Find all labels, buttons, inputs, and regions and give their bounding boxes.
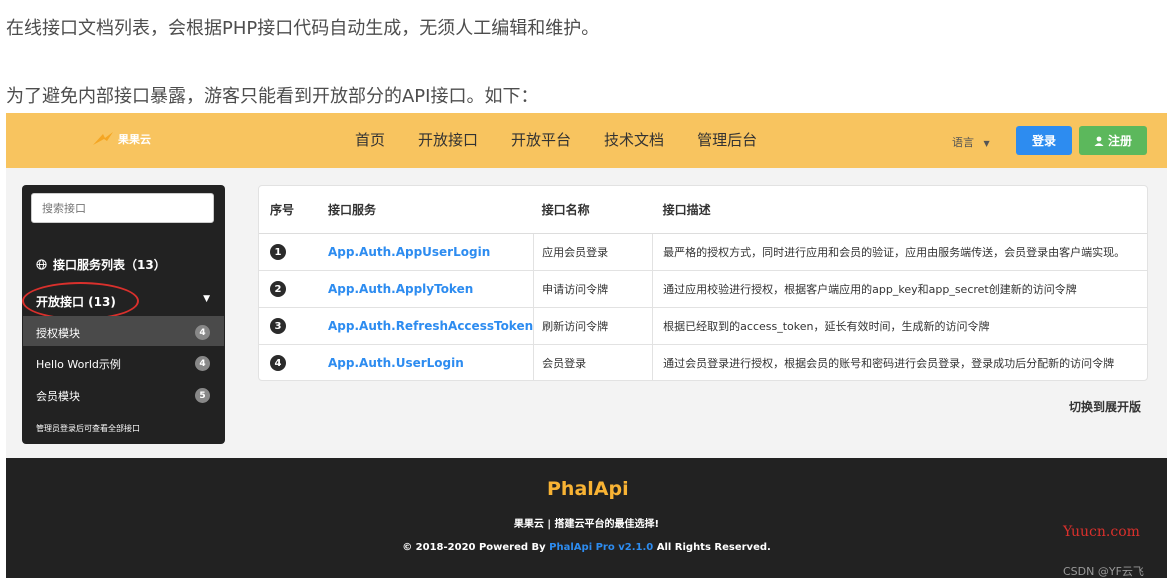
footer-logo: PhalApi bbox=[547, 478, 629, 500]
service-list-label: 接口服务列表（13） bbox=[53, 258, 166, 272]
site-watermark: Yuucn.com bbox=[1063, 524, 1140, 540]
api-desc: 最严格的授权方式，同时进行应用和会员的验证，应用由服务端传送，会员登录由客户端实… bbox=[652, 233, 1147, 271]
api-desc: 通过应用校验进行授权，根据客户端应用的app_key和app_secret创建新… bbox=[652, 270, 1147, 308]
table-row: 3 App.Auth.RefreshAccessToken 刷新访问令牌 根据已… bbox=[259, 307, 1147, 345]
sidebar-item-label: 会员模块 bbox=[36, 390, 80, 403]
nav-link-open-api[interactable]: 开放接口 bbox=[418, 129, 478, 150]
service-link[interactable]: App.Auth.AppUserLogin bbox=[328, 245, 490, 259]
header-service: 接口服务 bbox=[326, 186, 534, 234]
user-icon bbox=[1094, 136, 1104, 146]
annotation-circle bbox=[22, 282, 139, 320]
table-row: 2 App.Auth.ApplyToken 申请访问令牌 通过应用校验进行授权，… bbox=[259, 270, 1147, 308]
author-watermark: CSDN @YF云飞 bbox=[1063, 565, 1144, 578]
api-name: 会员登录 bbox=[533, 344, 653, 381]
api-name: 应用会员登录 bbox=[533, 233, 653, 271]
api-desc: 根据已经取到的access_token，延长有效时间，生成新的访问令牌 bbox=[652, 307, 1147, 345]
footer-copyright: © 2018-2020 Powered By PhalApi Pro v2.1.… bbox=[6, 542, 1167, 553]
sidebar-item-label: 授权模块 bbox=[36, 327, 80, 340]
nav-link-tech-docs[interactable]: 技术文档 bbox=[604, 129, 664, 150]
count-badge: 5 bbox=[195, 388, 210, 403]
register-label: 注册 bbox=[1107, 134, 1132, 148]
service-link[interactable]: App.Auth.ApplyToken bbox=[328, 282, 473, 296]
table-header-row: 序号 接口服务 接口名称 接口描述 bbox=[259, 186, 1147, 234]
sidebar-item-label: Hello World示例 bbox=[36, 358, 121, 371]
caret-down-icon: ▼ bbox=[983, 139, 990, 148]
language-label: 语言 bbox=[952, 136, 974, 149]
logo-text: 果果云 bbox=[118, 133, 151, 146]
copyright-suffix: All Rights Reserved. bbox=[653, 542, 771, 553]
footer-slogan: 果果云 | 搭建云平台的最佳选择! bbox=[513, 519, 660, 530]
login-label: 登录 bbox=[1031, 134, 1056, 148]
api-sidebar: 接口服务列表（13） 开放接口 (13) ▼ 授权模块 4 Hello Worl… bbox=[22, 185, 225, 444]
search-input[interactable] bbox=[32, 194, 213, 222]
service-list-title: 接口服务列表（13） bbox=[36, 256, 166, 273]
globe-icon bbox=[36, 259, 47, 270]
copyright-prefix: © 2018-2020 Powered By bbox=[402, 542, 550, 553]
header-name: 接口名称 bbox=[533, 186, 653, 234]
guest-paragraph: 为了避免内部接口暴露，游客只能看到开放部分的API接口。如下： bbox=[6, 86, 539, 107]
toggle-expanded-link[interactable]: 切换到展开版 bbox=[1069, 398, 1141, 415]
site-logo[interactable]: 果果云 bbox=[92, 131, 151, 147]
nav-links: 首页 开放接口 开放平台 技术文档 管理后台 bbox=[355, 129, 790, 150]
sidebar-item-auth[interactable]: 授权模块 4 bbox=[23, 316, 224, 346]
nav-link-open-platform[interactable]: 开放平台 bbox=[511, 129, 571, 150]
api-table-panel: 序号 接口服务 接口名称 接口描述 1 App.Auth.AppUserLogi… bbox=[258, 185, 1148, 381]
count-badge: 4 bbox=[195, 325, 210, 340]
intro-paragraph: 在线接口文档列表，会根据PHP接口代码自动生成，无须人工编辑和维护。 bbox=[6, 18, 600, 39]
row-number: 2 bbox=[270, 281, 286, 297]
sidebar-item-member[interactable]: 会员模块 5 bbox=[23, 379, 224, 409]
table-row: 4 App.Auth.UserLogin 会员登录 通过会员登录进行授权，根据会… bbox=[259, 344, 1147, 381]
phalapi-link[interactable]: PhalApi Pro v2.1.0 bbox=[549, 542, 653, 553]
admin-note: 管理员登录后可查看全部接口 bbox=[36, 424, 140, 433]
row-number: 4 bbox=[270, 355, 286, 371]
nav-link-admin[interactable]: 管理后台 bbox=[697, 129, 757, 150]
header-desc: 接口描述 bbox=[652, 186, 1147, 234]
row-number: 1 bbox=[270, 244, 286, 260]
caret-down-icon: ▼ bbox=[203, 294, 210, 304]
nav-link-home[interactable]: 首页 bbox=[355, 129, 385, 150]
api-name: 刷新访问令牌 bbox=[533, 307, 653, 345]
api-desc: 通过会员登录进行授权，根据会员的账号和密码进行会员登录，登录成功后分配新的访问令… bbox=[652, 344, 1147, 381]
table-row: 1 App.Auth.AppUserLogin 应用会员登录 最严格的授权方式，… bbox=[259, 233, 1147, 271]
row-number: 3 bbox=[270, 318, 286, 334]
header-no: 序号 bbox=[259, 186, 326, 234]
search-box bbox=[31, 193, 214, 223]
service-link[interactable]: App.Auth.RefreshAccessToken bbox=[328, 319, 533, 333]
login-button[interactable]: 登录 bbox=[1016, 126, 1072, 155]
top-navbar: 果果云 首页 开放接口 开放平台 技术文档 管理后台 语言 ▼ 登录 注册 bbox=[6, 113, 1167, 168]
language-dropdown[interactable]: 语言 ▼ bbox=[952, 134, 990, 150]
api-name: 申请访问令牌 bbox=[533, 270, 653, 308]
sidebar-item-hello-world[interactable]: Hello World示例 4 bbox=[23, 347, 224, 377]
count-badge: 4 bbox=[195, 356, 210, 371]
service-link[interactable]: App.Auth.UserLogin bbox=[328, 356, 464, 370]
site-footer: PhalApi 果果云 | 搭建云平台的最佳选择! © 2018-2020 Po… bbox=[6, 458, 1167, 578]
register-button[interactable]: 注册 bbox=[1079, 126, 1147, 155]
logo-icon bbox=[93, 132, 113, 145]
screenshot-embed: 果果云 首页 开放接口 开放平台 技术文档 管理后台 语言 ▼ 登录 注册 搜索… bbox=[6, 113, 1167, 578]
api-table: 序号 接口服务 接口名称 接口描述 1 App.Auth.AppUserLogi… bbox=[259, 186, 1147, 381]
